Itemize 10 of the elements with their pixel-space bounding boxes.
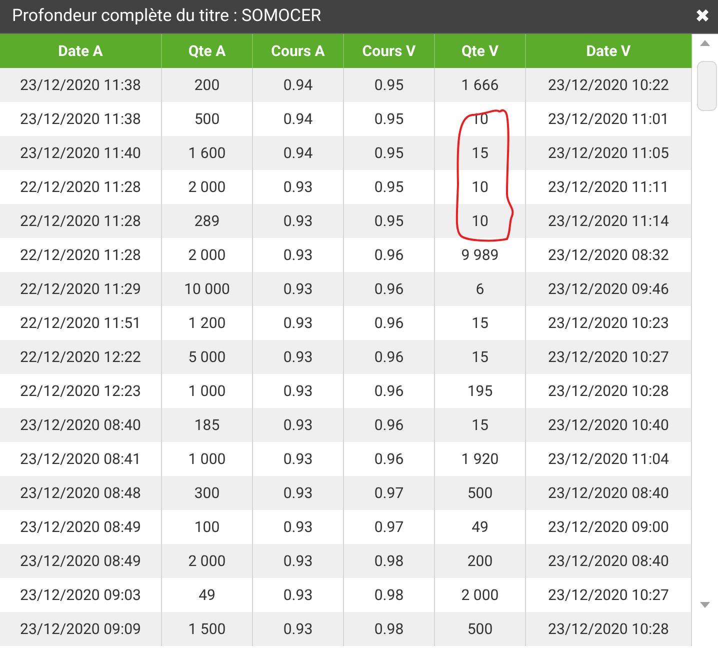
table-cell: 0.93 — [253, 612, 344, 646]
window-title: Profondeur complète du titre : SOMOCER — [12, 4, 322, 28]
table-cell: 23/12/2020 09:09 — [0, 612, 162, 646]
scroll-down-icon[interactable] — [700, 602, 710, 608]
table-cell: 1 500 — [162, 612, 253, 646]
scroll-thumb[interactable] — [697, 61, 717, 111]
table-cell: 500 — [435, 612, 526, 646]
scroll-up-icon[interactable] — [700, 40, 710, 46]
table-cell: 0.98 — [344, 612, 435, 646]
close-button[interactable]: ✖ — [695, 8, 710, 26]
